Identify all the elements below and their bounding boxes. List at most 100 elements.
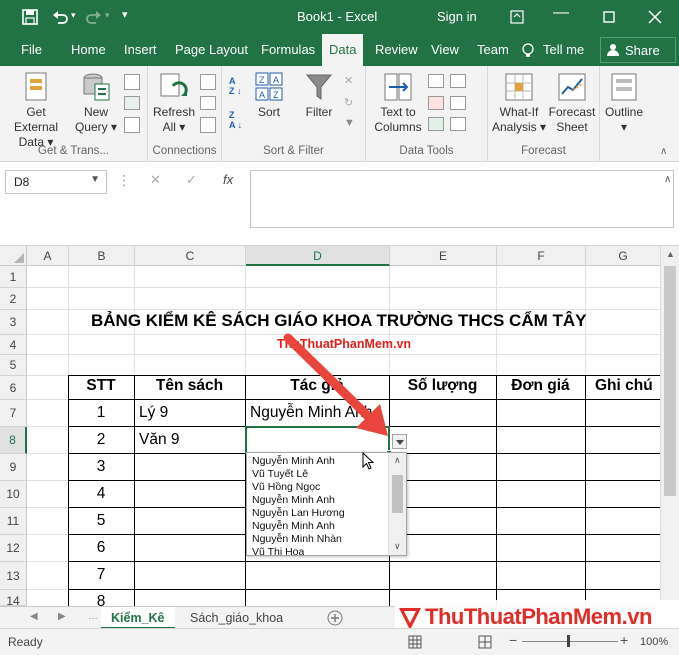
tab-insert[interactable]: Insert: [122, 34, 159, 66]
reapply-icon[interactable]: ↻: [344, 96, 360, 110]
dropdown-option[interactable]: Nguyễn Minh Anh: [252, 520, 335, 532]
column-header-a[interactable]: A: [27, 246, 69, 266]
what-if-analysis-button[interactable]: What-If Analysis ▾: [491, 72, 547, 135]
maximize-icon[interactable]: [603, 11, 615, 23]
sheet-tab-kiem-ke[interactable]: Kiểm_Kê: [101, 607, 175, 629]
sign-in-link[interactable]: Sign in: [437, 9, 477, 24]
tab-data[interactable]: Data: [322, 34, 364, 66]
tab-home[interactable]: Home: [69, 34, 108, 66]
remove-duplicates-icon[interactable]: [428, 96, 444, 110]
recent-sources-icon[interactable]: [124, 117, 140, 133]
formula-input[interactable]: [250, 170, 674, 228]
vertical-scroll-thumb[interactable]: [664, 266, 676, 496]
name-box[interactable]: D8 ▼: [5, 170, 107, 194]
collapse-ribbon-icon[interactable]: ∧: [660, 146, 667, 157]
scroll-thumb[interactable]: [392, 475, 403, 513]
sort-az-icon[interactable]: AZ ↓: [229, 76, 242, 96]
edit-links-icon[interactable]: [200, 117, 216, 133]
clear-filter-icon[interactable]: ✕: [344, 74, 360, 88]
column-header-b[interactable]: B: [69, 246, 135, 266]
data-validation-icon[interactable]: [428, 117, 444, 131]
row-header-12[interactable]: 12: [0, 535, 27, 562]
properties-icon[interactable]: [200, 96, 216, 110]
undo-icon[interactable]: [52, 9, 68, 25]
row-header-10[interactable]: 10: [0, 481, 27, 508]
dropdown-option[interactable]: Vũ Thị Hoa: [252, 546, 304, 555]
row-header-4[interactable]: 4: [0, 335, 27, 355]
dropdown-option[interactable]: Nguyễn Minh Anh: [252, 455, 335, 467]
tell-me-box[interactable]: Tell me: [541, 34, 586, 66]
refresh-all-button[interactable]: Refresh All ▾: [150, 72, 198, 135]
row-header-9[interactable]: 9: [0, 454, 27, 481]
dropdown-option[interactable]: Nguyễn Minh Nhàn: [252, 533, 342, 545]
save-icon[interactable]: [22, 9, 38, 25]
tab-view[interactable]: View: [429, 34, 461, 66]
cancel-entry-icon[interactable]: ✕: [150, 172, 161, 188]
tab-team[interactable]: Team: [475, 34, 511, 66]
undo-dropdown-icon[interactable]: ▾: [71, 10, 76, 21]
text-to-columns-button[interactable]: Text to Columns: [370, 72, 426, 135]
dropdown-option[interactable]: Vũ Tuyết Lê: [252, 468, 308, 480]
column-header-c[interactable]: C: [135, 246, 246, 266]
advanced-filter-icon[interactable]: ▼: [344, 117, 360, 131]
consolidate-icon[interactable]: [450, 74, 466, 88]
row-header-11[interactable]: 11: [0, 508, 27, 535]
relationships-icon[interactable]: [450, 96, 466, 110]
manage-data-model-icon[interactable]: [450, 117, 466, 131]
share-button[interactable]: Share: [600, 37, 676, 63]
insert-function-icon[interactable]: fx: [223, 172, 233, 187]
sheet-tab-sach-giao-khoa[interactable]: Sách_giáo_khoa: [180, 607, 293, 629]
column-header-d[interactable]: D: [246, 246, 390, 266]
minimize-icon[interactable]: —: [553, 4, 569, 22]
row-header-14[interactable]: 14: [0, 590, 27, 606]
flash-fill-icon[interactable]: [428, 74, 444, 88]
more-sheets-icon[interactable]: …: [88, 611, 98, 622]
row-header-3[interactable]: 3: [0, 310, 27, 335]
row-header-2[interactable]: 2: [0, 288, 27, 310]
show-queries-icon[interactable]: [124, 74, 140, 90]
customize-qat-icon[interactable]: ▾: [122, 8, 128, 21]
zoom-in-icon[interactable]: +: [620, 632, 628, 648]
row-header-8[interactable]: 8: [0, 427, 27, 454]
add-sheet-icon[interactable]: [327, 610, 343, 626]
ribbon-display-icon[interactable]: [510, 10, 524, 24]
dropdown-option[interactable]: Nguyễn Lan Hương: [252, 507, 345, 519]
confirm-entry-icon[interactable]: ✓: [186, 172, 197, 188]
name-box-dropdown-icon[interactable]: ▼: [90, 174, 100, 185]
from-table-icon[interactable]: [124, 96, 140, 110]
get-external-data-button[interactable]: Get External Data ▾: [3, 72, 69, 150]
scroll-up-icon[interactable]: ∧: [394, 455, 401, 466]
tab-formulas[interactable]: Formulas: [259, 34, 317, 66]
select-all-corner[interactable]: [0, 246, 27, 266]
vertical-scrollbar[interactable]: ▲: [660, 246, 679, 606]
redo-icon[interactable]: [86, 9, 102, 25]
expand-formula-bar-icon[interactable]: ∧: [664, 174, 671, 185]
zoom-slider-thumb[interactable]: [567, 635, 570, 647]
tab-review[interactable]: Review: [373, 34, 420, 66]
column-header-e[interactable]: E: [390, 246, 497, 266]
normal-view-icon[interactable]: [408, 635, 422, 649]
zoom-level[interactable]: 100%: [640, 636, 668, 648]
dropdown-option[interactable]: Nguyễn Minh Anh: [252, 494, 335, 506]
page-break-view-icon[interactable]: [478, 635, 492, 649]
column-header-f[interactable]: F: [497, 246, 586, 266]
dropdown-scrollbar[interactable]: ∧ ∨: [388, 453, 406, 555]
outline-button[interactable]: Outline ▾: [600, 72, 648, 135]
row-header-6[interactable]: 6: [0, 376, 27, 400]
row-header-5[interactable]: 5: [0, 355, 27, 376]
dropdown-option[interactable]: Vũ Hồng Ngọc: [252, 481, 320, 493]
tab-file[interactable]: File: [19, 34, 44, 66]
row-header-13[interactable]: 13: [0, 562, 27, 590]
close-icon[interactable]: [648, 10, 662, 24]
connections-icon[interactable]: [200, 74, 216, 90]
next-sheet-icon[interactable]: ▶: [58, 611, 66, 622]
tab-page-layout[interactable]: Page Layout: [173, 34, 250, 66]
row-header-1[interactable]: 1: [0, 266, 27, 288]
forecast-sheet-button[interactable]: Forecast Sheet: [546, 72, 598, 135]
column-header-g[interactable]: G: [586, 246, 660, 266]
sort-button[interactable]: ZAAZ Sort: [252, 72, 286, 120]
new-query-button[interactable]: New Query ▾: [73, 72, 119, 135]
prev-sheet-icon[interactable]: ◀: [30, 611, 38, 622]
scroll-up-icon[interactable]: ▲: [666, 249, 675, 259]
sort-za-icon[interactable]: ZA ↓: [229, 110, 242, 130]
